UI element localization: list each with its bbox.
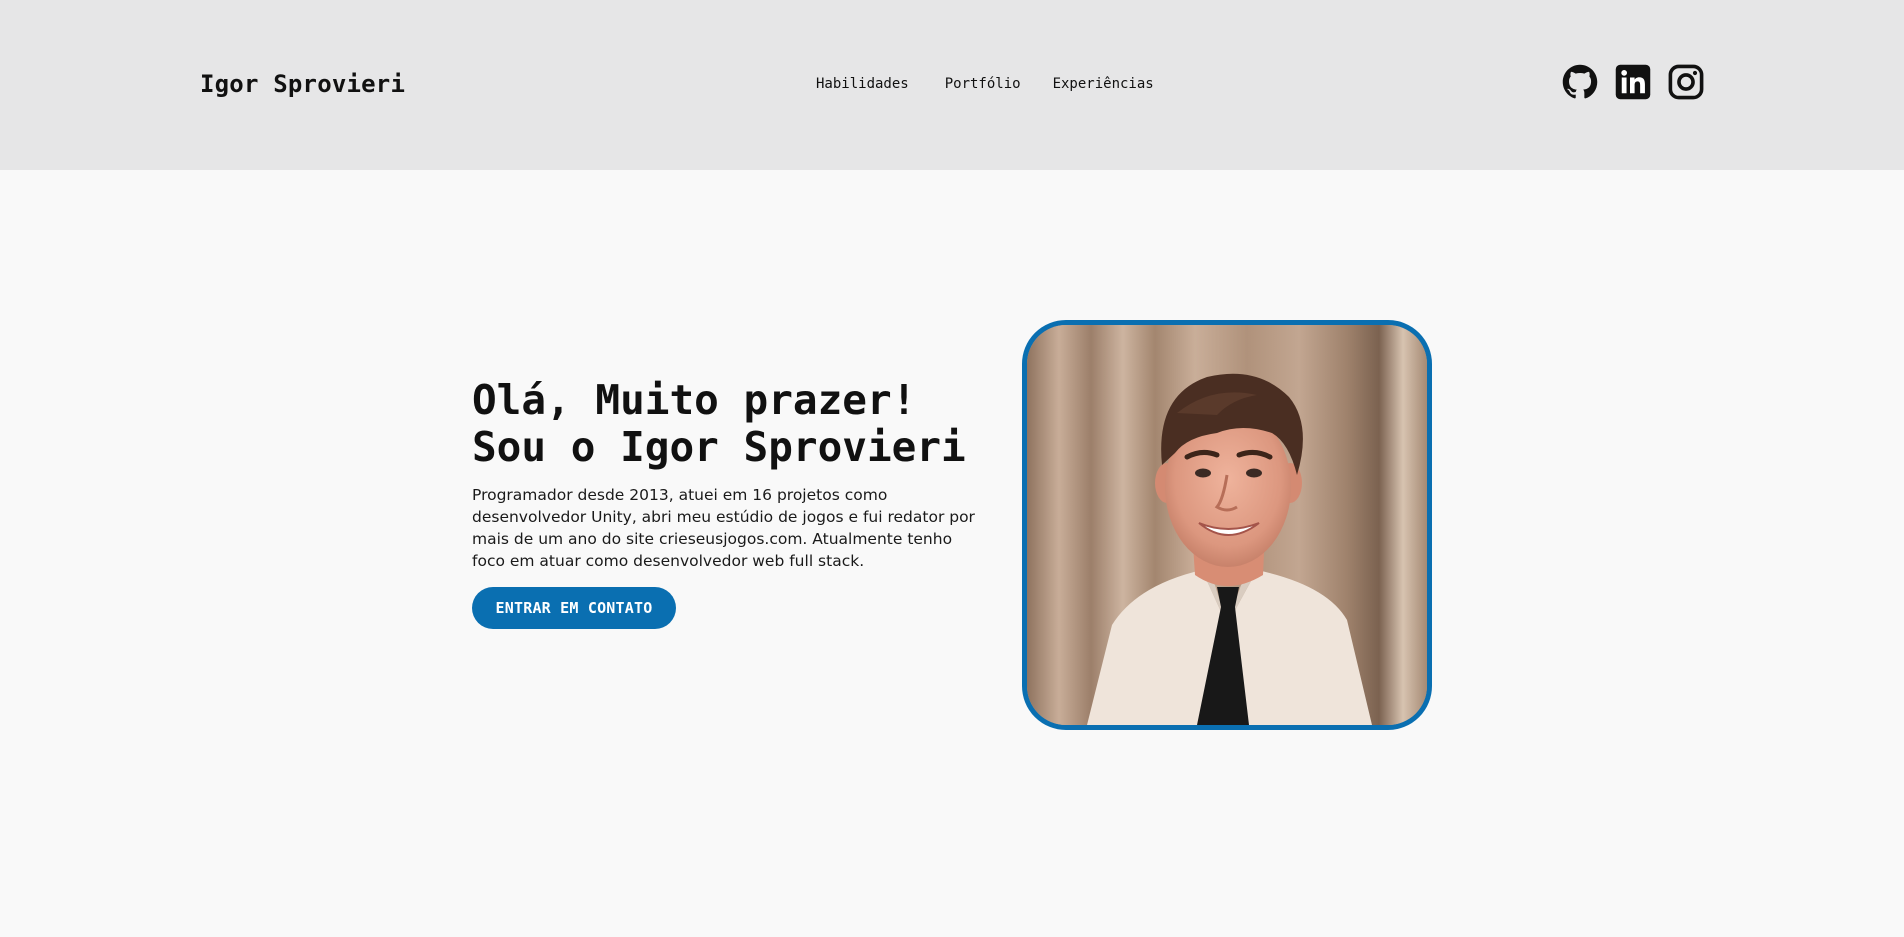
hero-title: Olá, Muito prazer! Sou o Igor Sprovieri [472,377,966,471]
nav-link-habilidades[interactable]: Habilidades [816,76,909,92]
main-nav: Habilidades Portfólio Experiências [816,76,1154,92]
profile-photo [1022,320,1432,730]
linkedin-icon[interactable] [1615,64,1651,100]
github-icon[interactable] [1562,64,1598,100]
hero-title-line-2: Sou o Igor Sprovieri [472,423,966,471]
contact-button[interactable]: ENTRAR EM CONTATO [472,587,676,629]
nav-link-portfolio[interactable]: Portfólio [945,76,1021,92]
hero-description: Programador desde 2013, atuei em 16 proj… [472,486,975,570]
nav-link-experiencias[interactable]: Experiências [1053,76,1154,92]
social-links [1562,64,1704,100]
hero-title-line-1: Olá, Muito prazer! [472,376,917,424]
site-header: Igor Sprovieri Habilidades Portfólio Exp… [0,0,1904,170]
brand-logo[interactable]: Igor Sprovieri [200,70,405,98]
instagram-icon[interactable] [1668,64,1704,100]
